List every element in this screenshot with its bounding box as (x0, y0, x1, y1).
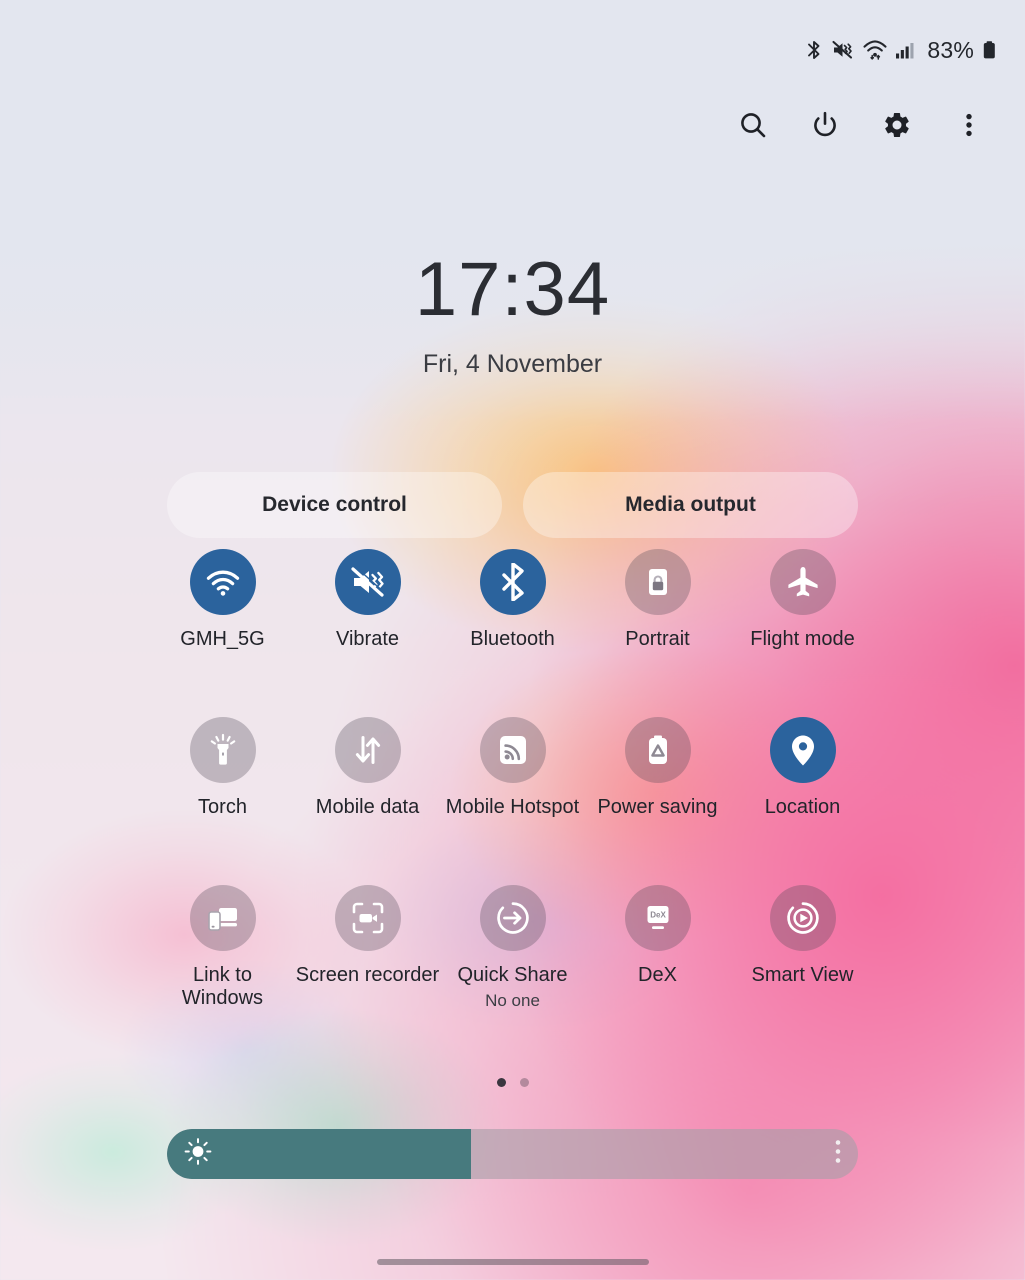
toggle-link-to-windows[interactable]: Link to Windows (150, 885, 295, 1025)
toggle-portrait-circle (624, 549, 691, 615)
toggle-quick-share-label: Quick Share (457, 964, 568, 986)
airplane-icon (785, 564, 821, 600)
toggle-bluetooth[interactable]: Bluetooth (440, 549, 585, 709)
toggle-location[interactable]: Location (730, 717, 875, 877)
bluetooth-icon (804, 38, 824, 62)
location-pin-icon (786, 733, 820, 767)
toggle-smart-view-label: Smart View (751, 964, 854, 986)
screen-recorder-icon (351, 901, 385, 935)
wifi-icon (204, 563, 242, 601)
toggle-torch-circle (189, 717, 256, 783)
hotspot-icon (496, 733, 530, 767)
toggle-flight-mode[interactable]: Flight mode (730, 549, 875, 709)
brightness-sun-icon (183, 1137, 213, 1172)
brightness-slider-wrapper (167, 1129, 858, 1179)
toggle-mobile-data-label: Mobile data (315, 796, 420, 818)
toggle-location-circle (769, 717, 836, 783)
bluetooth-icon (494, 563, 532, 601)
toggle-row-3: Link to Windows Screen recorder Quick Sh… (150, 885, 875, 1025)
brightness-more-options-icon[interactable] (834, 1138, 842, 1171)
vibrate-mute-icon (349, 563, 387, 601)
toggle-screen-recorder-label: Screen recorder (295, 964, 440, 986)
quick-share-icon (495, 900, 531, 936)
toggle-smart-view-circle (769, 885, 836, 951)
smart-view-icon (785, 900, 821, 936)
brightness-slider[interactable] (167, 1129, 858, 1179)
toggle-link-to-windows-circle (189, 885, 256, 951)
svg-text:DeX: DeX (650, 910, 666, 919)
status-bar-icons: 83% (804, 37, 997, 64)
data-transfer-icon (350, 732, 386, 768)
toggle-screen-recorder-circle (334, 885, 401, 951)
toggle-power-saving-circle (624, 717, 691, 783)
wifi-icon (862, 38, 888, 62)
toggle-mobile-hotspot-circle (479, 717, 546, 783)
shortcut-pill-row: Device control Media output (167, 472, 858, 538)
mute-vibrate-icon (831, 38, 855, 62)
toggle-vibrate-circle (334, 549, 401, 615)
link-to-windows-icon (206, 901, 240, 935)
toggle-power-saving-label: Power saving (597, 796, 718, 818)
toggle-bluetooth-label: Bluetooth (470, 628, 555, 650)
toggle-quick-share-circle (479, 885, 546, 951)
toggle-mobile-data[interactable]: Mobile data (295, 717, 440, 877)
toggle-quick-share-sublabel: No one (485, 991, 540, 1010)
search-icon (738, 110, 768, 140)
status-bar: 83% (0, 0, 1025, 100)
panel-toolbar (717, 96, 1025, 154)
toggle-flight-mode-label: Flight mode (750, 628, 855, 650)
flashlight-icon (205, 732, 241, 768)
power-icon (810, 110, 840, 140)
toggle-mobile-hotspot-label: Mobile Hotspot (445, 796, 580, 818)
toggle-screen-recorder[interactable]: Screen recorder (295, 885, 440, 1025)
toggle-portrait-label: Portrait (625, 628, 690, 650)
toggle-quick-share[interactable]: Quick Share No one (440, 885, 585, 1025)
toggle-smart-view[interactable]: Smart View (730, 885, 875, 1025)
battery-saver-icon (641, 733, 675, 767)
toggle-row-2: Torch Mobile data Mobile Hotspot Power s… (150, 717, 875, 877)
media-output-button[interactable]: Media output (523, 472, 858, 538)
quick-settings-grid: GMH_5G Vibrate Bluetooth Portrait Flight… (150, 549, 875, 1033)
page-indicator (0, 1078, 1025, 1087)
toggle-vibrate[interactable]: Vibrate (295, 549, 440, 709)
toggle-wifi-circle (189, 549, 256, 615)
toggle-portrait[interactable]: Portrait (585, 549, 730, 709)
search-button[interactable] (717, 96, 789, 154)
home-indicator[interactable] (376, 1259, 649, 1265)
battery-percentage: 83% (927, 36, 974, 63)
toggle-mobile-hotspot[interactable]: Mobile Hotspot (440, 717, 585, 877)
toggle-wifi[interactable]: GMH_5G (150, 549, 295, 709)
clock-date: Fri, 4 November (422, 350, 603, 378)
page-dot-2[interactable] (519, 1078, 529, 1087)
toggle-link-to-windows-label: Link to Windows (181, 964, 264, 1009)
toggle-dex-label: DeX (638, 964, 677, 986)
rotation-lock-icon (640, 564, 676, 600)
toggle-mobile-data-circle (334, 717, 401, 783)
clock-widget[interactable]: 17:34 Fri, 4 November (0, 252, 1025, 379)
toggle-row-1: GMH_5G Vibrate Bluetooth Portrait Flight… (150, 549, 875, 709)
settings-button[interactable] (861, 96, 933, 154)
toggle-flight-mode-circle (769, 549, 836, 615)
toggle-vibrate-label: Vibrate (335, 628, 399, 650)
power-button[interactable] (789, 96, 861, 154)
toggle-torch[interactable]: Torch (150, 717, 295, 877)
battery-icon (982, 38, 997, 62)
toggle-dex[interactable]: DeX DeX (585, 885, 730, 1025)
toggle-bluetooth-circle (479, 549, 546, 615)
signal-icon (895, 38, 917, 62)
toggle-torch-label: Torch (198, 796, 247, 818)
quick-settings-panel: 83% 17:34 Fri, 4 November Device control… (0, 0, 1025, 1280)
more-vertical-icon (954, 110, 984, 140)
toggle-dex-circle: DeX (624, 885, 691, 951)
device-control-button[interactable]: Device control (167, 472, 502, 538)
gear-icon (882, 110, 912, 140)
more-options-button[interactable] (933, 96, 1005, 154)
dex-icon: DeX (641, 901, 675, 935)
clock-time: 17:34 (414, 247, 611, 332)
toggle-wifi-label: GMH_5G (180, 628, 265, 650)
toggle-location-label: Location (764, 796, 841, 818)
page-dot-1[interactable] (496, 1078, 506, 1087)
toggle-power-saving[interactable]: Power saving (585, 717, 730, 877)
